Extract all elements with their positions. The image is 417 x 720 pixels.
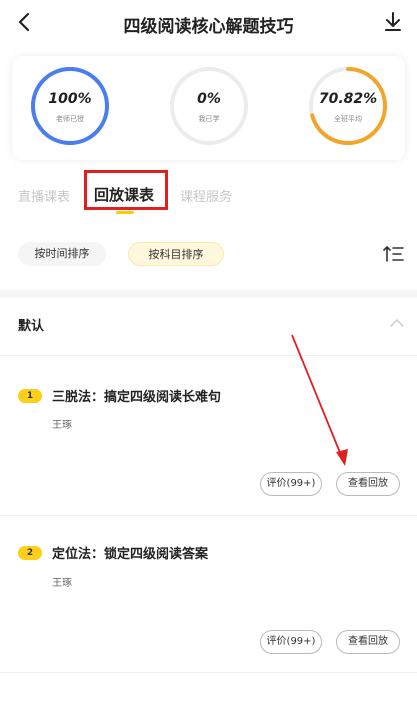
- collapse-button[interactable]: [389, 314, 405, 327]
- list-sort-icon: [383, 246, 404, 262]
- lesson-number-badge: 2: [18, 546, 42, 560]
- stat-label: 全班平均: [334, 115, 362, 123]
- list-sort-button[interactable]: [383, 244, 405, 264]
- view-replay-button[interactable]: 查看回放: [336, 630, 400, 654]
- stat-teacher-taught: 100% 老师已授: [28, 64, 112, 148]
- page-title: 四级阅读核心解题技巧: [123, 17, 294, 37]
- tab-course-service[interactable]: 课程服务: [180, 186, 232, 205]
- stat-class-average: 70.82% 全班平均: [306, 64, 390, 148]
- view-replay-button[interactable]: 查看回放: [336, 472, 400, 496]
- header-bar: 四级阅读核心解题技巧: [0, 0, 417, 46]
- sort-by-subject-button[interactable]: 按科目排序: [128, 242, 224, 266]
- teacher-name: 王琢: [52, 578, 72, 589]
- teacher-name: 王琢: [52, 420, 72, 431]
- rate-button[interactable]: 评价(99+): [260, 630, 322, 654]
- stat-value: 0%: [197, 91, 221, 107]
- chevron-up-icon: [390, 318, 404, 327]
- section-divider: [0, 290, 417, 298]
- divider: [0, 515, 417, 516]
- stat-label: 我已学: [198, 115, 220, 123]
- lesson-title: 定位法：锁定四级阅读答案: [52, 547, 209, 562]
- stat-value: 100%: [48, 91, 92, 107]
- annotation-highlight-box: [84, 170, 168, 210]
- active-tab-indicator: [116, 211, 134, 214]
- download-icon: [385, 12, 401, 31]
- progress-stats-card: 100% 老师已授 0% 我已学 70.82% 全班平均: [12, 56, 405, 160]
- stat-label: 老师已授: [56, 115, 84, 123]
- section-title: 默认: [18, 319, 45, 334]
- arrowhead: [336, 449, 348, 466]
- tab-bar: 直播课表 回放课表 课程服务: [0, 176, 417, 220]
- divider: [0, 672, 417, 673]
- stat-my-learned: 0% 我已学: [167, 64, 251, 148]
- stat-value: 70.82%: [318, 91, 378, 107]
- rate-button[interactable]: 评价(99+): [260, 472, 322, 496]
- lesson-title: 三脱法：搞定四级阅读长难句: [52, 390, 222, 405]
- divider: [0, 355, 417, 356]
- sort-by-time-button[interactable]: 按时间排序: [18, 242, 106, 266]
- tab-live-schedule[interactable]: 直播课表: [18, 186, 70, 205]
- lesson-number-badge: 1: [18, 389, 42, 403]
- download-button[interactable]: [379, 8, 407, 36]
